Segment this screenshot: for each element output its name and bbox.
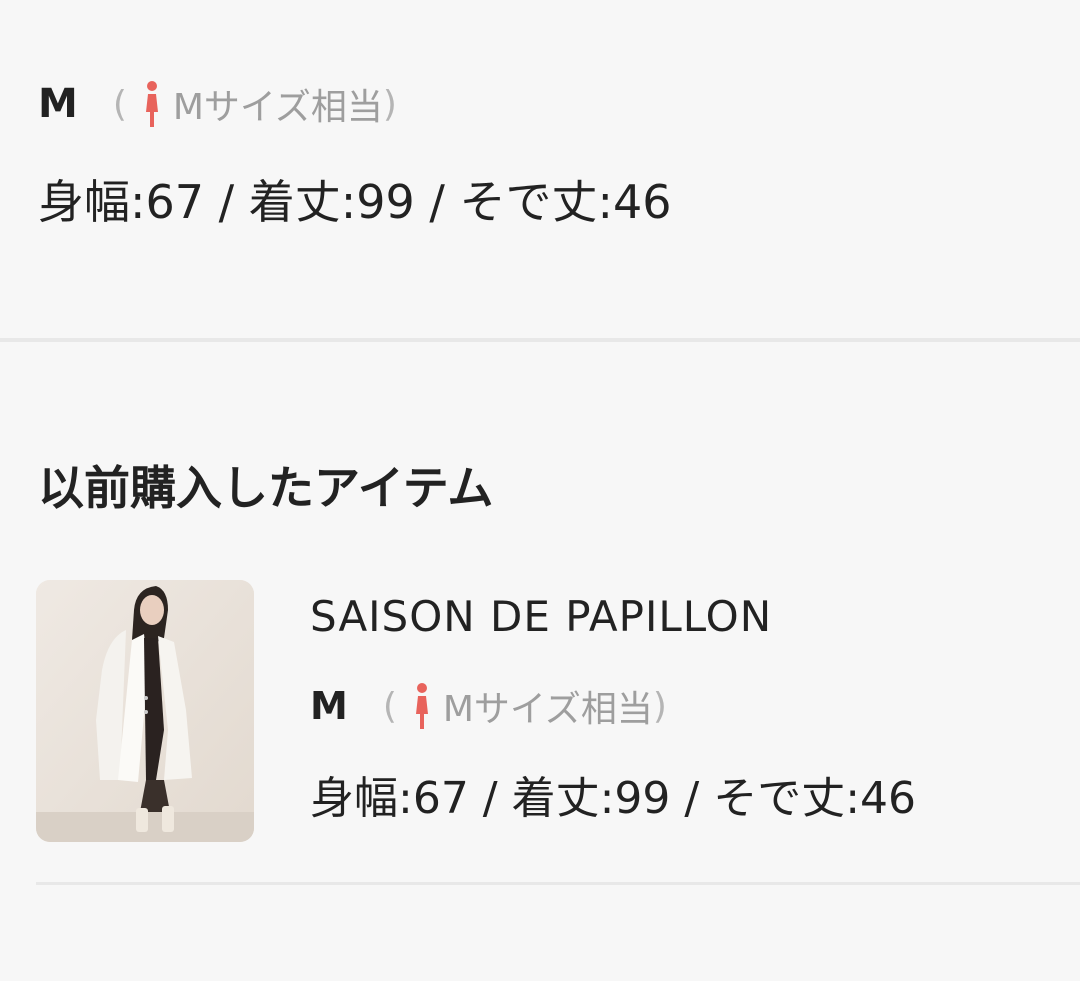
current-size-row: M ( Mサイズ相当 ) <box>38 74 397 134</box>
item-size-label: M <box>310 684 349 728</box>
item-size-equivalent-group: ( Mサイズ相当 ) <box>383 680 667 732</box>
female-person-icon <box>415 683 428 729</box>
size-label: M <box>38 81 79 127</box>
item-size-equivalent-text: Mサイズ相当 <box>442 689 653 730</box>
paren-open: ( <box>382 685 397 727</box>
paren-open: ( <box>112 83 127 125</box>
female-person-icon <box>145 81 158 127</box>
measurements-text: 身幅:67 / 着丈:99 / そで丈:46 <box>38 175 672 229</box>
item-size-row: M ( Mサイズ相当 ) <box>310 676 667 736</box>
size-equivalent-group: ( Mサイズ相当 ) <box>113 78 397 130</box>
paren-close: ) <box>382 83 397 125</box>
item-divider <box>36 882 1080 885</box>
item-measurements-text: 身幅:67 / 着丈:99 / そで丈:46 <box>310 773 917 824</box>
white-coat-product-photo <box>36 580 254 842</box>
section-title: 以前購入したアイテム <box>38 461 494 515</box>
item-brand[interactable]: SAISON DE PAPILLON <box>310 592 772 641</box>
item-thumbnail[interactable] <box>36 580 254 842</box>
size-equivalent-text: Mサイズ相当 <box>172 87 383 128</box>
section-divider <box>0 338 1080 342</box>
paren-close: ) <box>652 685 667 727</box>
